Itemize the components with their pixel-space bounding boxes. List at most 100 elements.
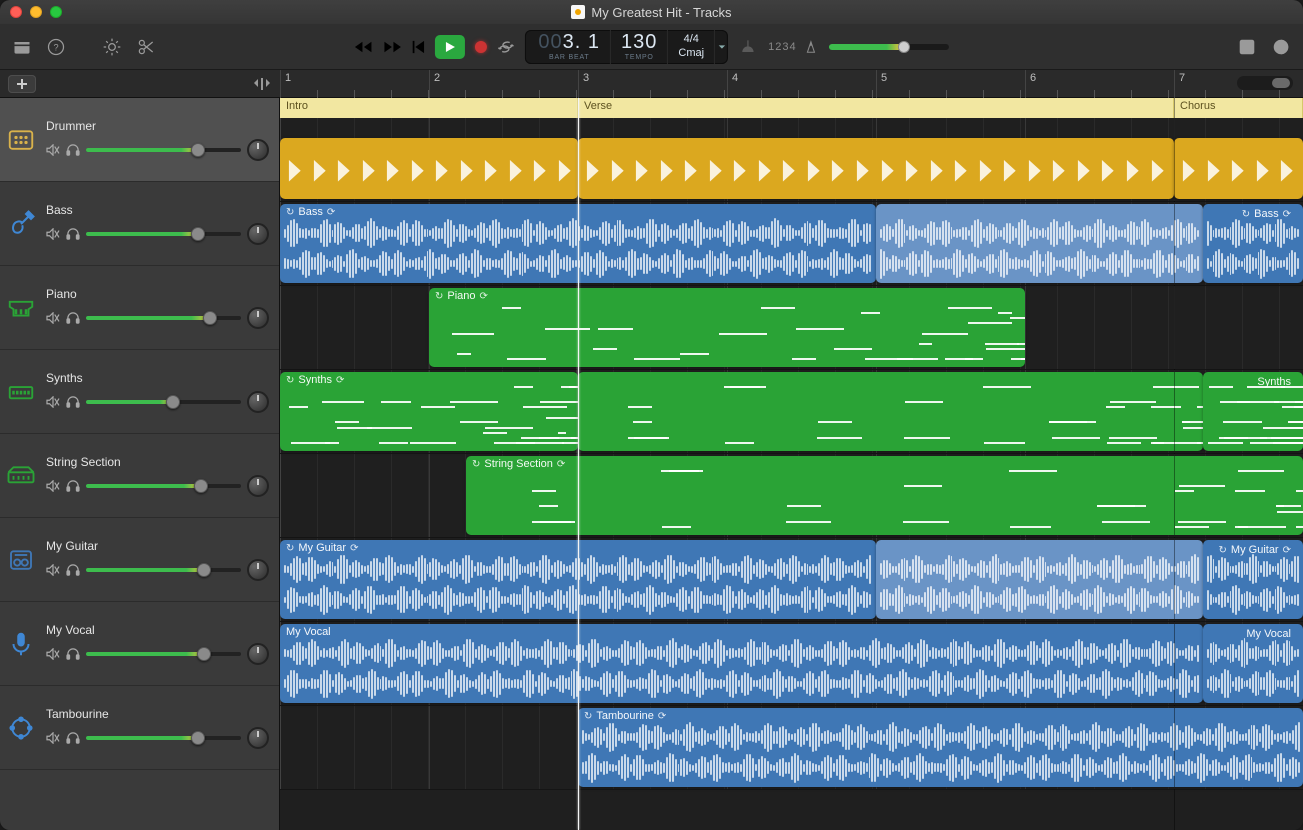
track-lane-strings[interactable]: ↻String Section ⟳ (280, 454, 1303, 538)
region-guitar-2[interactable]: ↻My Guitar ⟳ (1203, 540, 1303, 619)
region-drummer-2[interactable]: ▶▶▶▶▶ (1174, 138, 1303, 199)
track-pan-knob[interactable] (247, 223, 269, 245)
marker-intro[interactable]: Intro (280, 98, 578, 118)
add-track-button[interactable] (8, 75, 36, 93)
track-header-tamb[interactable]: Tambourine (0, 686, 279, 770)
region-vocal-0[interactable]: My Vocal (280, 624, 1203, 703)
track-volume-knob[interactable] (197, 647, 211, 661)
track-pan-knob[interactable] (247, 559, 269, 581)
track-volume-slider[interactable] (86, 648, 241, 660)
smart-controls-button[interactable] (102, 37, 122, 57)
region-synths-1[interactable] (578, 372, 1203, 451)
track-lane-vocal[interactable]: My VocalMy Vocal (280, 622, 1303, 706)
headphone-button[interactable] (66, 648, 80, 660)
quick-help-button[interactable]: ? (46, 37, 66, 57)
timeline-area[interactable]: IntroVerseChorus ▶▶▶▶▶▶▶▶▶▶▶▶▶▶▶▶▶▶▶▶▶▶▶… (280, 98, 1303, 830)
ruler-bar-1[interactable]: 1 (280, 70, 291, 98)
region-guitar-1[interactable] (876, 540, 1203, 619)
headphone-button[interactable] (66, 312, 80, 324)
loop-browser-button[interactable] (1271, 37, 1291, 57)
track-volume-slider[interactable] (86, 228, 241, 240)
track-lane-guitar[interactable]: ↻My Guitar ⟳↻My Guitar ⟳ (280, 538, 1303, 622)
library-button[interactable] (12, 37, 32, 57)
go-to-start-button[interactable] (410, 40, 424, 54)
track-name[interactable]: Piano (46, 287, 269, 301)
region-synths-2[interactable]: Synths (1203, 372, 1303, 451)
ruler-bar-3[interactable]: 3 (578, 70, 589, 98)
track-header-piano[interactable]: Piano (0, 266, 279, 350)
track-name[interactable]: My Guitar (46, 539, 269, 553)
tuner-button[interactable] (738, 37, 758, 57)
track-volume-knob[interactable] (194, 479, 208, 493)
track-volume-slider[interactable] (86, 312, 241, 324)
track-volume-knob[interactable] (191, 731, 205, 745)
region-vocal-1[interactable]: My Vocal (1203, 624, 1303, 703)
track-pan-knob[interactable] (247, 475, 269, 497)
mute-button[interactable] (46, 564, 60, 576)
track-header-synths[interactable]: Synths (0, 350, 279, 434)
headphone-button[interactable] (66, 564, 80, 576)
window-close-button[interactable] (10, 6, 22, 18)
headphone-button[interactable] (66, 228, 80, 240)
track-volume-knob[interactable] (166, 395, 180, 409)
ruler-bar-5[interactable]: 5 (876, 70, 887, 98)
track-pan-knob[interactable] (247, 307, 269, 329)
track-header-guitar[interactable]: My Guitar (0, 518, 279, 602)
mute-button[interactable] (46, 312, 60, 324)
horizontal-zoom-scroll[interactable] (1237, 76, 1293, 90)
count-in-display[interactable]: 1234 (768, 40, 818, 54)
timeline-ruler[interactable]: 1234567 (280, 70, 1303, 98)
track-volume-slider[interactable] (86, 564, 241, 576)
region-drummer-1[interactable]: ▶▶▶▶▶▶▶▶▶▶▶▶▶▶▶▶▶▶▶▶▶▶▶▶▶▶▶ (578, 138, 1174, 199)
marker-verse[interactable]: Verse (578, 98, 1174, 118)
forward-button[interactable] (382, 40, 400, 54)
track-lane-drummer[interactable]: ▶▶▶▶▶▶▶▶▶▶▶▶▶▶▶▶▶▶▶▶▶▶▶▶▶▶▶▶▶▶▶▶▶▶▶▶▶▶▶▶… (280, 118, 1303, 202)
track-name[interactable]: String Section (46, 455, 269, 469)
track-header-strings[interactable]: String Section (0, 434, 279, 518)
lcd-display[interactable]: 003. 1 BAR BEAT 130 TEMPO 4/4 Cmaj (524, 30, 728, 64)
headphone-button[interactable] (66, 732, 80, 744)
mute-button[interactable] (46, 732, 60, 744)
rewind-button[interactable] (354, 40, 372, 54)
track-header-config-button[interactable] (252, 77, 272, 91)
track-pan-knob[interactable] (247, 139, 269, 161)
track-volume-slider[interactable] (86, 480, 241, 492)
mute-button[interactable] (46, 396, 60, 408)
notepad-button[interactable] (1237, 37, 1257, 57)
ruler-bar-6[interactable]: 6 (1025, 70, 1036, 98)
track-lane-tamb[interactable]: ↻Tambourine ⟳ (280, 706, 1303, 790)
window-zoom-button[interactable] (50, 6, 62, 18)
mute-button[interactable] (46, 648, 60, 660)
region-synths-0[interactable]: ↻Synths ⟳ (280, 372, 578, 451)
ruler-bar-4[interactable]: 4 (727, 70, 738, 98)
region-drummer-0[interactable]: ▶▶▶▶▶▶▶▶▶▶▶▶▶ (280, 138, 578, 199)
track-name[interactable]: Tambourine (46, 707, 269, 721)
track-name[interactable]: Synths (46, 371, 269, 385)
master-volume-knob[interactable] (898, 41, 910, 53)
play-button[interactable] (434, 35, 464, 59)
headphone-button[interactable] (66, 480, 80, 492)
track-volume-knob[interactable] (197, 563, 211, 577)
mute-button[interactable] (46, 144, 60, 156)
track-name[interactable]: My Vocal (46, 623, 269, 637)
track-header-vocal[interactable]: My Vocal (0, 602, 279, 686)
region-piano-0[interactable]: ↻Piano ⟳ (429, 288, 1025, 367)
region-tamb-0[interactable]: ↻Tambourine ⟳ (578, 708, 1303, 787)
track-volume-knob[interactable] (203, 311, 217, 325)
region-bass-2[interactable]: ↻Bass ⟳ (1203, 204, 1303, 283)
track-pan-knob[interactable] (247, 727, 269, 749)
track-name[interactable]: Drummer (46, 119, 269, 133)
track-lane-synths[interactable]: ↻Synths ⟳ Synths (280, 370, 1303, 454)
track-lane-piano[interactable]: ↻Piano ⟳ (280, 286, 1303, 370)
marker-chorus[interactable]: Chorus (1174, 98, 1303, 118)
track-header-bass[interactable]: Bass (0, 182, 279, 266)
track-pan-knob[interactable] (247, 643, 269, 665)
track-volume-knob[interactable] (191, 143, 205, 157)
track-name[interactable]: Bass (46, 203, 269, 217)
cycle-button[interactable] (496, 40, 514, 54)
track-pan-knob[interactable] (247, 391, 269, 413)
track-volume-slider[interactable] (86, 144, 241, 156)
headphone-button[interactable] (66, 144, 80, 156)
ruler-bar-2[interactable]: 2 (429, 70, 440, 98)
playhead[interactable] (578, 98, 579, 830)
